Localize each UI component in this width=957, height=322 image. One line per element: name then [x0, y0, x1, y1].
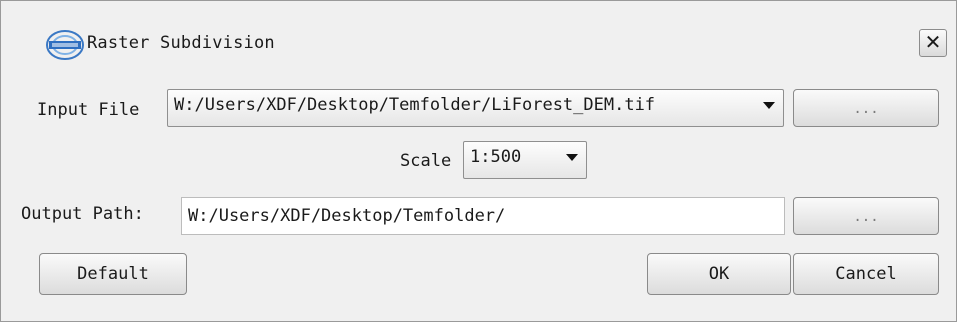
browse-label: ...	[853, 101, 879, 117]
browse-label: ...	[853, 209, 879, 225]
cancel-button-label: Cancel	[835, 264, 897, 284]
input-file-label: Input File	[37, 100, 140, 120]
default-button-label: Default	[77, 264, 149, 284]
scale-label: Scale	[400, 151, 452, 171]
input-file-browse-button[interactable]: ...	[793, 89, 939, 127]
input-file-value: W:/Users/XDF/Desktop/Temfolder/LiForest_…	[174, 95, 656, 115]
input-file-combobox[interactable]: W:/Users/XDF/Desktop/Temfolder/LiForest_…	[167, 89, 784, 127]
close-button[interactable]: ✕	[919, 29, 947, 57]
output-path-input[interactable]: W:/Users/XDF/Desktop/Temfolder/	[181, 197, 785, 235]
ok-button[interactable]: OK	[647, 253, 791, 295]
default-button[interactable]: Default	[39, 253, 187, 295]
output-path-value: W:/Users/XDF/Desktop/Temfolder/	[188, 206, 506, 226]
chevron-down-icon	[566, 154, 578, 161]
output-path-label: Output Path:	[21, 204, 144, 224]
ok-button-label: OK	[708, 264, 730, 284]
close-icon: ✕	[924, 30, 942, 54]
title-bar[interactable]: Raster Subdivision ✕	[1, 1, 956, 71]
app-logo-icon	[45, 28, 85, 62]
output-path-browse-button[interactable]: ...	[793, 197, 939, 235]
chevron-down-icon	[763, 102, 775, 109]
cancel-button[interactable]: Cancel	[793, 253, 939, 295]
window-title: Raster Subdivision	[87, 33, 275, 53]
raster-subdivision-dialog: Raster Subdivision ✕ Input File W:/Users…	[0, 0, 957, 322]
scale-value: 1:500	[470, 147, 522, 167]
scale-combobox[interactable]: 1:500	[463, 141, 587, 179]
